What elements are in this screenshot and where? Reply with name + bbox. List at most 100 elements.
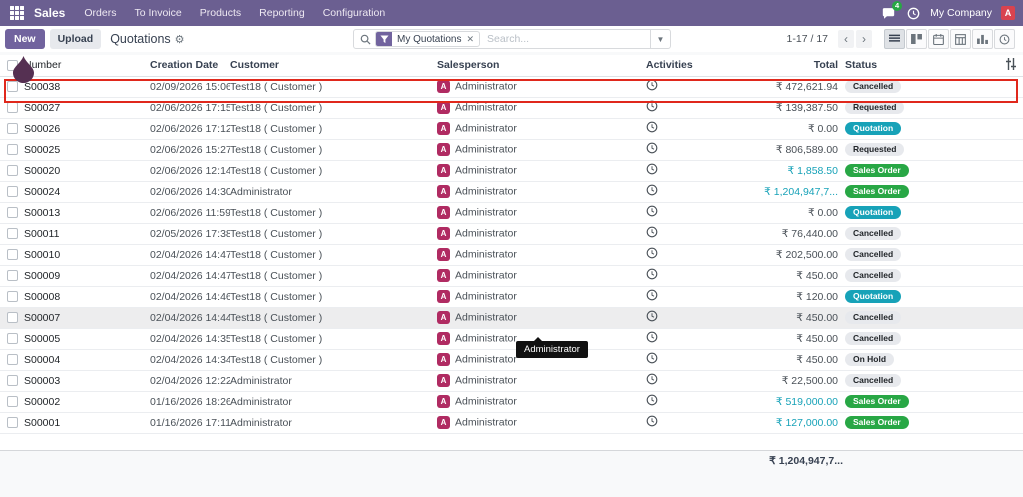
view-calendar-button[interactable] <box>928 29 949 49</box>
activity-clock-icon <box>646 121 658 133</box>
menu-reporting[interactable]: Reporting <box>250 0 314 26</box>
table-row[interactable]: S0000402/04/2026 14:34:49Test18 ( Custom… <box>0 349 1023 370</box>
row-activity-button[interactable] <box>646 97 716 118</box>
row-creation-date: 02/09/2026 15:06:18 <box>150 76 230 97</box>
clock-icon <box>907 7 920 20</box>
row-spacer <box>988 349 1023 370</box>
row-activity-button[interactable] <box>646 118 716 139</box>
facet-remove-icon[interactable]: ✕ <box>466 34 479 45</box>
column-header-salesperson[interactable]: Salesperson <box>437 55 646 76</box>
view-list-button[interactable] <box>884 29 905 49</box>
row-activity-button[interactable] <box>646 286 716 307</box>
row-checkbox[interactable] <box>0 328 24 349</box>
row-activity-button[interactable] <box>646 412 716 433</box>
row-checkbox[interactable] <box>0 349 24 370</box>
table-row[interactable]: S0001102/05/2026 17:38:20Test18 ( Custom… <box>0 223 1023 244</box>
table-row[interactable]: S0000502/04/2026 14:35:49Test18 ( Custom… <box>0 328 1023 349</box>
user-avatar[interactable]: A <box>1001 6 1015 20</box>
table-row[interactable]: S0001002/04/2026 14:47:29Test18 ( Custom… <box>0 244 1023 265</box>
row-checkbox[interactable] <box>0 223 24 244</box>
row-activity-button[interactable] <box>646 181 716 202</box>
menu-orders[interactable]: Orders <box>75 0 125 26</box>
pager-previous-button[interactable]: ‹ <box>838 30 854 48</box>
select-all-checkbox[interactable] <box>0 55 24 76</box>
column-header-activities[interactable]: Activities <box>646 55 716 76</box>
table-row[interactable]: S0000702/04/2026 14:44:04Test18 ( Custom… <box>0 307 1023 328</box>
row-activity-button[interactable] <box>646 307 716 328</box>
row-checkbox[interactable] <box>0 202 24 223</box>
row-number: S00005 <box>24 328 150 349</box>
search-bar[interactable]: My Quotations ✕ Search... ▼ <box>353 29 671 49</box>
row-activity-button[interactable] <box>646 160 716 181</box>
company-switcher[interactable]: My Company <box>930 7 992 19</box>
row-activity-button[interactable] <box>646 328 716 349</box>
table-row[interactable]: S0002602/06/2026 17:12:56Test18 ( Custom… <box>0 118 1023 139</box>
row-checkbox[interactable] <box>0 370 24 391</box>
row-checkbox[interactable] <box>0 97 24 118</box>
table-row[interactable]: S0001302/06/2026 11:59:24Test18 ( Custom… <box>0 202 1023 223</box>
menu-products[interactable]: Products <box>191 0 250 26</box>
column-header-status[interactable]: Status <box>838 55 988 76</box>
row-activity-button[interactable] <box>646 202 716 223</box>
table-row[interactable]: S0000101/16/2026 17:11:47AdministratorAA… <box>0 412 1023 433</box>
table-row[interactable]: S0000902/04/2026 14:47:01Test18 ( Custom… <box>0 265 1023 286</box>
row-activity-button[interactable] <box>646 244 716 265</box>
activity-clock-icon <box>646 100 658 112</box>
table-row[interactable]: S0002702/06/2026 17:15:57Test18 ( Custom… <box>0 97 1023 118</box>
table-row[interactable]: S0000201/16/2026 18:26:51AdministratorAA… <box>0 391 1023 412</box>
activities-systray-icon[interactable] <box>905 5 921 21</box>
table-row[interactable]: S0002002/06/2026 12:14:33Test18 ( Custom… <box>0 160 1023 181</box>
view-graph-button[interactable] <box>972 29 993 49</box>
view-activity-button[interactable] <box>994 29 1015 49</box>
row-checkbox[interactable] <box>0 160 24 181</box>
row-creation-date: 02/06/2026 15:27:20 <box>150 139 230 160</box>
search-input[interactable]: Search... <box>487 33 650 45</box>
column-header-number[interactable]: Number <box>24 55 150 76</box>
menu-to-invoice[interactable]: To Invoice <box>125 0 190 26</box>
row-customer: Test18 ( Customer ) <box>230 328 437 349</box>
app-name[interactable]: Sales <box>34 6 65 20</box>
search-icon <box>360 34 371 45</box>
row-checkbox[interactable] <box>0 412 24 433</box>
column-header-total[interactable]: Total <box>716 55 838 76</box>
table-row[interactable]: S0002502/06/2026 15:27:20Test18 ( Custom… <box>0 139 1023 160</box>
activity-clock-icon <box>646 79 658 91</box>
row-activity-button[interactable] <box>646 223 716 244</box>
row-creation-date: 02/06/2026 11:59:24 <box>150 202 230 223</box>
pager-next-button[interactable]: › <box>856 30 872 48</box>
table-row[interactable]: S0002402/06/2026 14:30:22AdministratorAA… <box>0 181 1023 202</box>
table-row[interactable]: S0000802/04/2026 14:46:39Test18 ( Custom… <box>0 286 1023 307</box>
new-button[interactable]: New <box>5 29 45 49</box>
column-header-customer[interactable]: Customer <box>230 55 437 76</box>
footer-total-sum: ₹ 1,204,947,7... <box>0 451 843 467</box>
table-row[interactable]: S0000302/04/2026 12:22:01AdministratorAA… <box>0 370 1023 391</box>
quotation-rows: S0003802/09/2026 15:06:18Test18 ( Custom… <box>0 76 1023 433</box>
row-checkbox[interactable] <box>0 307 24 328</box>
menu-configuration[interactable]: Configuration <box>314 0 394 26</box>
row-activity-button[interactable] <box>646 76 716 97</box>
row-activity-button[interactable] <box>646 349 716 370</box>
row-checkbox[interactable] <box>0 244 24 265</box>
row-checkbox[interactable] <box>0 265 24 286</box>
row-salesperson: AAdministrator <box>437 412 646 433</box>
row-checkbox[interactable] <box>0 391 24 412</box>
row-checkbox[interactable] <box>0 286 24 307</box>
gear-icon[interactable]: ⚙ <box>175 33 185 46</box>
view-kanban-button[interactable] <box>906 29 927 49</box>
row-checkbox[interactable] <box>0 76 24 97</box>
apps-menu-icon[interactable] <box>6 2 28 24</box>
column-header-creation-date[interactable]: Creation Date <box>150 55 230 76</box>
row-activity-button[interactable] <box>646 391 716 412</box>
row-checkbox[interactable] <box>0 139 24 160</box>
row-checkbox[interactable] <box>0 118 24 139</box>
row-activity-button[interactable] <box>646 139 716 160</box>
search-dropdown-toggle[interactable]: ▼ <box>650 30 670 48</box>
table-row[interactable]: S0003802/09/2026 15:06:18Test18 ( Custom… <box>0 76 1023 97</box>
row-checkbox[interactable] <box>0 181 24 202</box>
upload-button[interactable]: Upload <box>50 29 102 49</box>
optional-columns-icon[interactable] <box>1005 58 1017 73</box>
row-activity-button[interactable] <box>646 370 716 391</box>
row-activity-button[interactable] <box>646 265 716 286</box>
messages-icon[interactable]: 4 <box>880 5 896 21</box>
view-pivot-button[interactable] <box>950 29 971 49</box>
